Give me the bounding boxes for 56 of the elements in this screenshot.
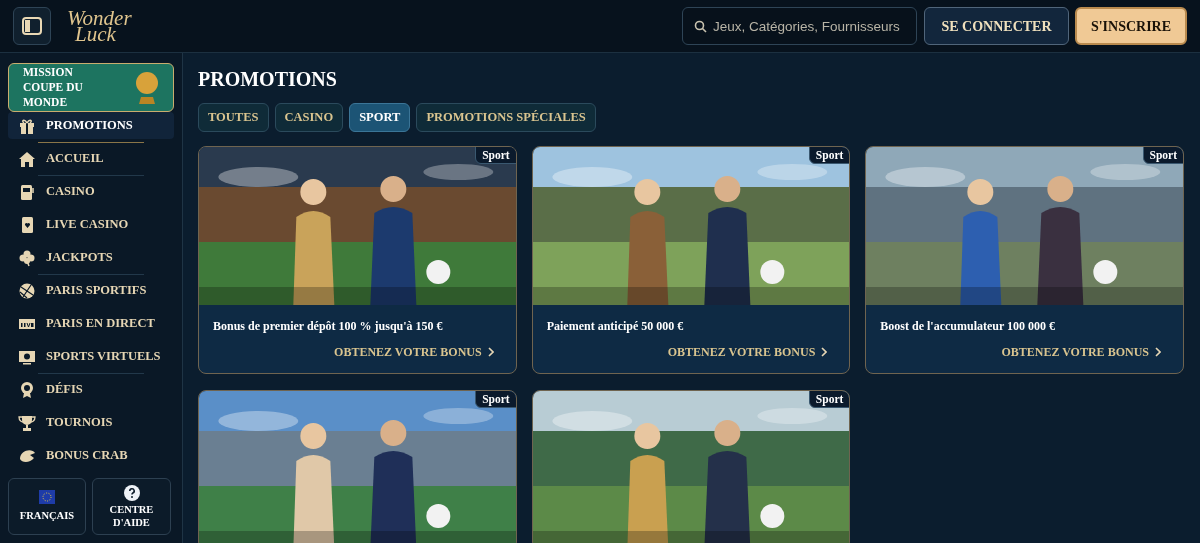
sidebar-item[interactable]: TOURNOIS: [8, 409, 174, 436]
search-icon: [694, 20, 707, 33]
gift-icon: [18, 116, 36, 135]
sidebar-item[interactable]: CASINO: [8, 178, 174, 205]
promo-title: Boost de l'accumulateur 100 000 €: [880, 318, 1057, 335]
sidebar-item[interactable]: PROMOTIONS: [8, 112, 174, 139]
filter-tab[interactable]: SPORT: [349, 103, 411, 132]
medal-icon: [18, 380, 36, 399]
help-center-button[interactable]: CENTRE D'AIDE: [92, 478, 171, 535]
sidebar-item[interactable]: PARIS EN DIRECT: [8, 310, 174, 337]
signup-button[interactable]: S'INSCRIRE: [1075, 7, 1187, 45]
get-bonus-link[interactable]: OBTENEZ VOTRE BONUS: [667, 343, 828, 361]
login-button[interactable]: SE CONNECTER: [924, 7, 1069, 45]
get-bonus-link[interactable]: OBTENEZ VOTRE BONUS: [334, 343, 494, 361]
promo-title: Bonus de premier dépôt 100 % jusqu'à 150 €: [213, 318, 444, 335]
promo-card[interactable]: Sport Bonus de premier dépôt 100 % jusqu'à 150 € OBTENEZ VOTRE BONUS: [198, 146, 517, 374]
promo-card[interactable]: Sport Boost de l'accumulateur 100 000 € OBTENEZ VOTRE BONUS: [865, 146, 1184, 374]
sidebar-item[interactable]: BONUS CRAB: [8, 442, 174, 469]
banner-title: MISSION COUPE DU MONDE: [23, 65, 84, 110]
trophy-icon: [18, 413, 36, 432]
promo-title: Paiement anticipé 50 000 €: [546, 318, 685, 335]
slot-machine-icon: [18, 182, 36, 201]
category-badge: Sport: [475, 391, 516, 408]
chevron-right-icon: [487, 347, 494, 357]
page-title: PROMOTIONS: [198, 67, 338, 92]
eu-flag-icon: [39, 489, 55, 504]
sidebar-item[interactable]: PARIS SPORTIFS: [8, 277, 174, 304]
question-icon: [123, 484, 140, 501]
promo-card[interactable]: Sport Paiement anticipé 50 000 € OBTENEZ VOTRE BONUS: [531, 146, 851, 374]
sidebar-item[interactable]: SPORTS VIRTUELS: [8, 343, 174, 370]
language-button[interactable]: FRANÇAIS: [8, 478, 86, 535]
chevron-right-icon: [821, 347, 828, 357]
category-badge: Sport: [475, 147, 516, 164]
clover-icon: [18, 248, 36, 267]
logo[interactable]: Wonder Luck: [67, 10, 132, 42]
trophy-ball-icon: [135, 70, 159, 105]
ball-icon: [18, 281, 36, 300]
category-badge: Sport: [1142, 147, 1183, 164]
home-icon: [18, 149, 36, 168]
sidebar-toggle-button[interactable]: [13, 7, 51, 45]
category-badge: Sport: [808, 147, 850, 164]
promo-card[interactable]: Sport: [198, 390, 517, 543]
filter-tab[interactable]: PROMOTIONS SPÉCIALES: [416, 103, 596, 132]
sidebar-item[interactable]: ACCUEIL: [8, 145, 174, 172]
search-field[interactable]: Jeux, Catégories, Fournisseurs: [682, 7, 917, 45]
sidebar-item[interactable]: JACKPOTS: [8, 244, 174, 271]
sidebar-item[interactable]: DÉFIS: [8, 376, 174, 403]
filter-tab[interactable]: TOUTES: [198, 103, 269, 132]
sidebar-item[interactable]: LIVE CASINO: [8, 211, 174, 238]
promo-card[interactable]: Sport: [531, 390, 851, 543]
sidebar-toggle-icon: [22, 17, 42, 35]
get-bonus-link[interactable]: OBTENEZ VOTRE BONUS: [1001, 343, 1161, 361]
chevron-right-icon: [1155, 347, 1161, 357]
category-badge: Sport: [808, 391, 850, 408]
filter-tab[interactable]: CASINO: [274, 103, 344, 132]
mission-banner[interactable]: MISSION COUPE DU MONDE: [8, 63, 174, 112]
